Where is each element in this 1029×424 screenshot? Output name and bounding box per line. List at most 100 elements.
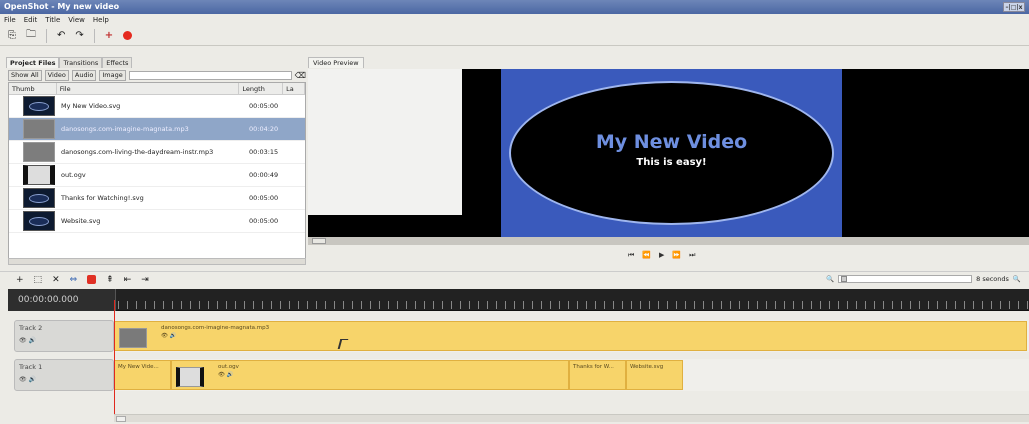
file-name: danosongs.com-living-the-daydream-instr.… xyxy=(61,148,214,156)
tab-project-files[interactable]: Project Files xyxy=(6,57,60,68)
play-icon[interactable]: ▶ xyxy=(659,251,664,260)
title-clip[interactable]: Website.svg xyxy=(626,360,683,390)
title-bar: OpenShot - My new video –|□|x xyxy=(0,0,1029,14)
column-label[interactable]: La xyxy=(283,83,305,94)
redo-icon[interactable]: ↷ xyxy=(75,30,83,41)
column-file[interactable]: File xyxy=(57,83,240,94)
new-project-icon[interactable]: ⎘ xyxy=(8,30,16,41)
filter-show-all[interactable]: Show All xyxy=(8,70,42,81)
tab-effects[interactable]: Effects xyxy=(102,57,133,68)
file-thumbnail xyxy=(23,165,55,185)
zoom-label: 8 seconds xyxy=(976,275,1009,283)
timeline-ruler[interactable]: 00:00:00.000 xyxy=(8,289,1029,311)
ruler-ticks xyxy=(118,301,1029,309)
title-clip[interactable]: Thanks for W... xyxy=(569,360,626,390)
timecode-display: 00:00:00.000 xyxy=(8,289,116,311)
file-row[interactable]: out.ogv 00:00:49 xyxy=(9,164,305,187)
file-length: 00:04:20 xyxy=(249,125,279,133)
track-name: Track 1 xyxy=(19,363,43,371)
zoom-in-icon[interactable]: 🔍 xyxy=(1013,275,1021,283)
add-track-icon[interactable]: + xyxy=(16,275,24,285)
preview-scrubber[interactable] xyxy=(308,237,1029,245)
zoom-slider[interactable] xyxy=(838,275,973,283)
file-thumbnail xyxy=(23,96,55,116)
track-header-2[interactable]: Track 2 👁 🔊 xyxy=(14,320,114,352)
open-project-icon[interactable]: 🗀 xyxy=(26,27,36,44)
openshot-window: OpenShot - My new video –|□|x File Edit … xyxy=(0,0,1029,424)
zoom-control: 🔍 8 seconds 🔍 xyxy=(826,275,1021,283)
file-row[interactable]: danosongs.com-living-the-daydream-instr.… xyxy=(9,141,305,164)
clip-thumbnail xyxy=(176,367,204,387)
clip-label: out.ogv xyxy=(218,364,239,370)
track-lane-1[interactable]: My New Vide... out.ogv 👁 🔊 Thanks for W.… xyxy=(114,359,1029,391)
window-controls[interactable]: –|□|x xyxy=(1003,2,1025,12)
files-scrollbar[interactable] xyxy=(8,258,306,265)
filter-video[interactable]: Video xyxy=(44,70,69,81)
add-track-icon[interactable]: + xyxy=(105,30,113,41)
menu-file[interactable]: File xyxy=(4,14,16,26)
menu-help[interactable]: Help xyxy=(93,14,109,26)
file-thumbnail xyxy=(23,188,55,208)
files-header: Thumb File Length La xyxy=(9,83,305,95)
preview-overlay xyxy=(308,69,462,215)
file-length: 00:05:00 xyxy=(249,102,279,110)
track-visibility-audio-icons[interactable]: 👁 🔊 xyxy=(19,337,109,344)
tab-transitions[interactable]: Transitions xyxy=(59,57,103,68)
playback-controls: ⏮ ⏪ ▶ ⏩ ⏭ xyxy=(628,251,695,260)
video-clip[interactable]: out.ogv 👁 🔊 xyxy=(171,360,569,390)
file-name: My New Video.svg xyxy=(61,102,121,110)
clip-label: Website.svg xyxy=(630,364,664,370)
add-marker-icon[interactable]: ⇞ xyxy=(106,275,114,285)
filter-audio[interactable]: Audio xyxy=(71,70,97,81)
next-marker-icon[interactable]: ⇥ xyxy=(141,275,149,285)
jump-start-icon[interactable]: ⏮ xyxy=(628,251,634,260)
timeline-scrollbar[interactable] xyxy=(114,414,1029,422)
column-length[interactable]: Length xyxy=(239,83,284,94)
track-header-1[interactable]: Track 1 👁 🔊 xyxy=(14,359,114,391)
filter-image[interactable]: Image xyxy=(99,70,126,81)
clip-label: My New Vide... xyxy=(118,364,159,370)
track-lane-2[interactable]: danosongs.com-imagine-magnata.mp3 👁 🔊 xyxy=(114,320,1029,352)
razor-tool-icon[interactable]: ✕ xyxy=(52,275,60,285)
record-icon[interactable] xyxy=(123,31,133,40)
file-name: danosongs.com-imagine-magnata.mp3 xyxy=(61,125,189,133)
clip-visibility-audio-icons[interactable]: 👁 🔊 xyxy=(218,372,234,378)
search-input[interactable] xyxy=(128,71,292,80)
select-tool-icon[interactable]: ⬚ xyxy=(34,275,43,285)
menu-edit[interactable]: Edit xyxy=(24,14,38,26)
main-toolbar: ⎘ 🗀 ↶ ↷ + xyxy=(0,26,1029,46)
file-row[interactable]: Thanks for Watching!.svg 00:05:00 xyxy=(9,187,305,210)
clip-visibility-audio-icons[interactable]: 👁 🔊 xyxy=(161,333,177,339)
menu-title[interactable]: Title xyxy=(45,14,60,26)
menu-view[interactable]: View xyxy=(68,14,85,26)
scrollbar-handle[interactable] xyxy=(116,416,126,422)
scrubber-handle[interactable] xyxy=(312,238,326,244)
preview-oval xyxy=(509,81,834,225)
file-length: 00:05:00 xyxy=(249,194,279,202)
previous-marker-icon[interactable]: ⇤ xyxy=(124,275,132,285)
clear-search-icon[interactable]: ⌫ xyxy=(295,71,306,80)
track-visibility-audio-icons[interactable]: 👁 🔊 xyxy=(19,376,109,383)
file-row-selected[interactable]: danosongs.com-imagine-magnata.mp3 00:04:… xyxy=(9,118,305,141)
rewind-icon[interactable]: ⏪ xyxy=(642,251,651,260)
playhead[interactable] xyxy=(114,300,115,420)
audio-clip[interactable]: danosongs.com-imagine-magnata.mp3 👁 🔊 xyxy=(114,321,1027,351)
snapping-icon[interactable] xyxy=(87,275,97,284)
column-thumb[interactable]: Thumb xyxy=(9,83,57,94)
track-name: Track 2 xyxy=(19,324,43,332)
resize-tool-icon[interactable]: ⇔ xyxy=(70,275,78,285)
file-thumbnail xyxy=(23,211,55,231)
file-row[interactable]: Website.svg 00:05:00 xyxy=(9,210,305,233)
file-length: 00:03:15 xyxy=(249,148,279,156)
jump-end-icon[interactable]: ⏭ xyxy=(689,251,695,260)
clip-label: Thanks for W... xyxy=(573,364,614,370)
undo-icon[interactable]: ↶ xyxy=(57,30,65,41)
title-clip[interactable]: My New Vide... xyxy=(114,360,171,390)
fast-forward-icon[interactable]: ⏩ xyxy=(672,251,681,260)
project-files-list: Thumb File Length La My New Video.svg 00… xyxy=(8,82,306,260)
file-name: Website.svg xyxy=(61,217,101,225)
tab-video-preview[interactable]: Video Preview xyxy=(308,57,364,68)
toolbar-separator xyxy=(93,28,95,43)
file-row[interactable]: My New Video.svg 00:05:00 xyxy=(9,95,305,118)
zoom-out-icon[interactable]: 🔍 xyxy=(826,275,834,283)
